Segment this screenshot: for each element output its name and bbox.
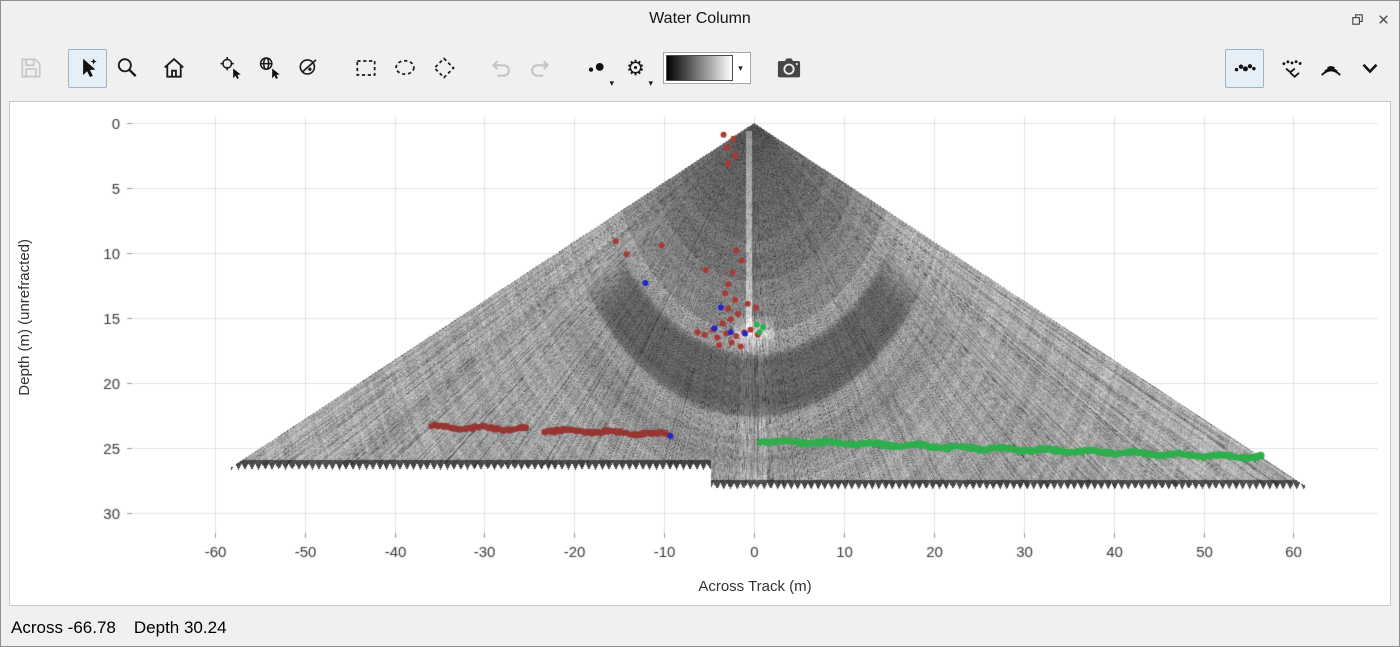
dotted-wave-chevrons-icon <box>1279 55 1305 81</box>
window-title: Water Column <box>649 10 751 28</box>
save-button[interactable] <box>11 49 50 88</box>
water-column-plot-panel: Depth (m) (unrefracted) Across Track (m) <box>9 101 1391 606</box>
undo-button[interactable] <box>481 49 520 88</box>
rectangle-select-tool-button[interactable] <box>346 49 385 88</box>
stacked-pings-button[interactable] <box>1311 49 1350 88</box>
dashed-rectangle-icon <box>353 55 379 81</box>
redo-button[interactable] <box>520 49 559 88</box>
dropdown-caret-icon: ▾ <box>609 79 614 88</box>
dial-cursor-icon <box>296 55 322 81</box>
water-column-canvas[interactable] <box>10 102 1390 605</box>
float-window-icon <box>1350 12 1365 27</box>
nested-arcs-icon <box>1318 55 1344 81</box>
toolbar: ▾ ⚙ ▾ ▾ <box>1 37 1399 99</box>
grayscale-gradient-swatch <box>666 55 733 81</box>
dashed-lasso-icon <box>392 55 418 81</box>
globe-cursor-icon <box>257 55 283 81</box>
colormap-select[interactable]: ▾ <box>663 52 751 84</box>
zoom-button[interactable] <box>107 49 146 88</box>
redo-arrow-icon <box>527 55 553 81</box>
swath-display-options-button[interactable] <box>1272 49 1311 88</box>
dotted-wave-icon <box>1232 55 1258 81</box>
pick-point-tool-button[interactable] <box>211 49 250 88</box>
titlebar[interactable]: Water Column <box>1 1 1399 37</box>
pick-geographic-tool-button[interactable] <box>250 49 289 88</box>
close-button[interactable] <box>1373 9 1393 29</box>
water-column-window: Water Column <box>0 0 1400 647</box>
arrow-cursor-star-icon <box>75 55 101 81</box>
swipe-select-tool-button[interactable] <box>289 49 328 88</box>
crosshair-cursor-icon <box>218 55 244 81</box>
more-options-button[interactable] <box>1350 49 1389 88</box>
polygon-select-tool-button[interactable] <box>424 49 463 88</box>
gear-icon: ⚙ <box>626 58 645 79</box>
lasso-select-tool-button[interactable] <box>385 49 424 88</box>
status-across-value: Across -66.78 <box>11 618 116 638</box>
chevron-down-icon <box>1357 55 1383 81</box>
statusbar: Across -66.78 Depth 30.24 <box>1 610 1399 646</box>
dashed-polygon-icon <box>431 55 457 81</box>
magnifier-icon <box>114 55 140 81</box>
camera-icon <box>775 55 803 81</box>
home-view-button[interactable] <box>154 49 193 88</box>
select-cursor-button[interactable] <box>68 49 107 88</box>
window-controls <box>1347 1 1393 37</box>
status-depth-value: Depth 30.24 <box>134 618 227 638</box>
settings-button[interactable]: ⚙ ▾ <box>616 49 655 88</box>
snapshot-button[interactable] <box>769 49 808 88</box>
dropdown-caret-icon: ▾ <box>733 63 748 74</box>
dots-icon <box>584 55 610 81</box>
close-icon <box>1376 12 1391 27</box>
float-window-button[interactable] <box>1347 9 1367 29</box>
undo-arrow-icon <box>488 55 514 81</box>
house-icon <box>161 55 187 81</box>
dropdown-caret-icon: ▾ <box>648 79 653 88</box>
point-display-options-button[interactable]: ▾ <box>577 49 616 88</box>
floppy-disk-icon <box>18 55 44 81</box>
points-display-button[interactable] <box>1225 49 1264 88</box>
